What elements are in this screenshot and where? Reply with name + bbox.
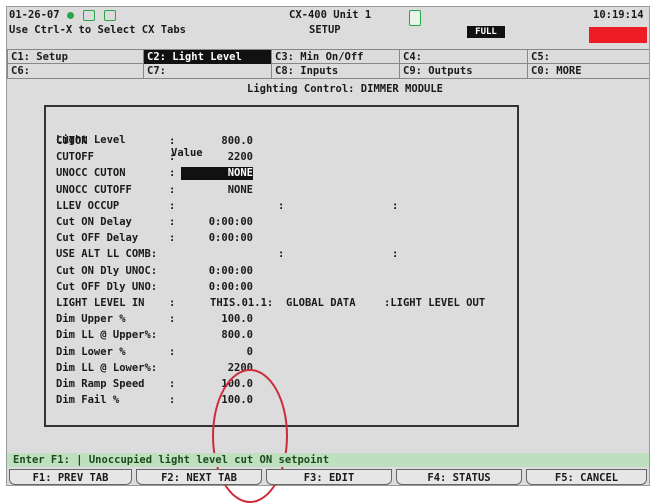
- setting-label: Cut ON Dly UNOC:: [56, 264, 158, 277]
- f1-prev-tab-button[interactable]: F1: PREV TAB: [9, 469, 132, 485]
- setting-label: UNOCC CUTON: [56, 167, 126, 180]
- tab-c6[interactable]: C6:: [7, 64, 143, 78]
- separator: :: [169, 199, 176, 212]
- setting-value[interactable]: 0:00:00: [181, 281, 253, 294]
- power-badge: FULL: [467, 26, 505, 38]
- tab-light-level[interactable]: C2: Light Level: [143, 50, 271, 64]
- separator: :: [169, 183, 176, 196]
- separator: :: [169, 232, 176, 245]
- separator: :: [169, 167, 176, 180]
- separator: :: [169, 151, 176, 164]
- tab-outputs[interactable]: C9: Outputs: [399, 64, 527, 78]
- f2-next-tab-button[interactable]: F2: NEXT TAB: [136, 469, 262, 485]
- status-dot-icon: [67, 11, 74, 19]
- setting-label: Cut ON Delay: [56, 216, 132, 228]
- setting-label: Cut OFF Delay: [56, 232, 139, 245]
- setting-value[interactable]: NONE: [181, 167, 253, 181]
- unit-name: CX-400 Unit 1: [289, 9, 372, 21]
- setting-value[interactable]: NONE: [181, 184, 253, 197]
- f4-status-button[interactable]: F4: STATUS: [396, 469, 522, 485]
- hint-text: Use Ctrl-X to Select CX Tabs: [9, 24, 187, 36]
- tab-c7[interactable]: C7:: [143, 64, 271, 78]
- separator: :: [392, 248, 399, 261]
- setting-label: Dim Ramp Speed: [56, 378, 145, 390]
- separator: :: [169, 216, 176, 228]
- setting-label: CUTON: [56, 135, 88, 147]
- date-text: 01-26-07: [9, 9, 60, 21]
- separator: :: [169, 394, 176, 407]
- setting-value[interactable]: 0:00:00: [181, 232, 253, 245]
- setting-label: Cut OFF Dly UNO:: [56, 280, 158, 293]
- divider: [7, 78, 649, 79]
- status-bar: Enter F1: | Unoccupied light level cut O…: [7, 453, 649, 467]
- setting-value[interactable]: 100.0: [181, 394, 253, 407]
- tab-grid: C1: Setup C2: Light Level C3: Min On/Off…: [7, 49, 649, 79]
- setting-label: Dim Lower %: [56, 345, 126, 358]
- display-icon: [103, 9, 116, 21]
- separator: :: [169, 378, 176, 390]
- setting-value[interactable]: 800.0: [181, 135, 253, 148]
- page-title: Lighting Control: DIMMER MODULE: [247, 83, 443, 95]
- terminal-screen: 01-26-07 Use Ctrl-X to Select CX Tabs CX…: [6, 6, 650, 503]
- separator: :: [392, 199, 399, 212]
- setting-value[interactable]: 0:00:00: [181, 216, 253, 229]
- tab-c4[interactable]: C4:: [399, 50, 527, 64]
- mode-label: SETUP: [309, 24, 341, 36]
- setting-value[interactable]: 2200: [181, 362, 253, 375]
- status-indicators: [65, 9, 117, 21]
- table-header: Light Level Value: [56, 121, 203, 159]
- setting-value[interactable]: 100.0: [181, 313, 253, 326]
- lock-icon: [409, 10, 421, 26]
- tab-setup[interactable]: C1: Setup: [7, 50, 143, 64]
- setting-label: Dim LL @ Lower%:: [56, 361, 158, 374]
- setting-label: USE ALT LL COMB:: [56, 248, 158, 261]
- setting-value[interactable]: THIS.01.1:: [210, 297, 273, 310]
- setting-label: Dim Fail %: [56, 394, 120, 407]
- setting-label: Dim Upper %: [56, 313, 126, 326]
- setting-label: UNOCC CUTOFF: [56, 183, 132, 196]
- header-bar: 01-26-07 Use Ctrl-X to Select CX Tabs CX…: [7, 7, 649, 47]
- source-text: GLOBAL DATA: [286, 297, 356, 309]
- separator: :: [169, 297, 176, 309]
- setting-label: LIGHT LEVEL IN: [56, 297, 145, 309]
- output-text: :LIGHT LEVEL OUT: [384, 297, 486, 309]
- setting-label: Dim LL @ Upper%:: [56, 329, 158, 342]
- separator: :: [278, 248, 285, 261]
- network-icon: [83, 9, 96, 21]
- clock-text: 10:19:14: [593, 9, 644, 21]
- tab-more[interactable]: C0: MORE: [527, 64, 649, 78]
- setting-value[interactable]: 2200: [181, 151, 253, 164]
- tab-inputs[interactable]: C8: Inputs: [271, 64, 399, 78]
- setting-label: LLEV OCCUP: [56, 199, 120, 212]
- setting-value[interactable]: 0: [181, 346, 253, 359]
- function-key-bar: F1: PREV TAB F2: NEXT TAB F3: EDIT F4: S…: [7, 469, 649, 485]
- light-level-panel: Light Level Value CUTON:800.0 CUTOFF:2200…: [44, 105, 519, 503]
- tab-c5[interactable]: C5:: [527, 50, 649, 64]
- separator: :: [278, 199, 285, 212]
- setting-value[interactable]: 0:00:00: [181, 265, 253, 278]
- separator: :: [169, 313, 176, 326]
- setting-value[interactable]: 800.0: [181, 329, 253, 342]
- f5-cancel-button[interactable]: F5: CANCEL: [526, 469, 647, 485]
- separator: :: [169, 345, 176, 358]
- tab-min-on-off[interactable]: C3: Min On/Off: [271, 50, 399, 64]
- f3-edit-button[interactable]: F3: EDIT: [266, 469, 392, 485]
- setting-value[interactable]: 100.0: [181, 378, 253, 391]
- separator: :: [169, 135, 176, 147]
- alarm-indicator: [589, 27, 647, 43]
- setting-label: CUTOFF: [56, 151, 94, 164]
